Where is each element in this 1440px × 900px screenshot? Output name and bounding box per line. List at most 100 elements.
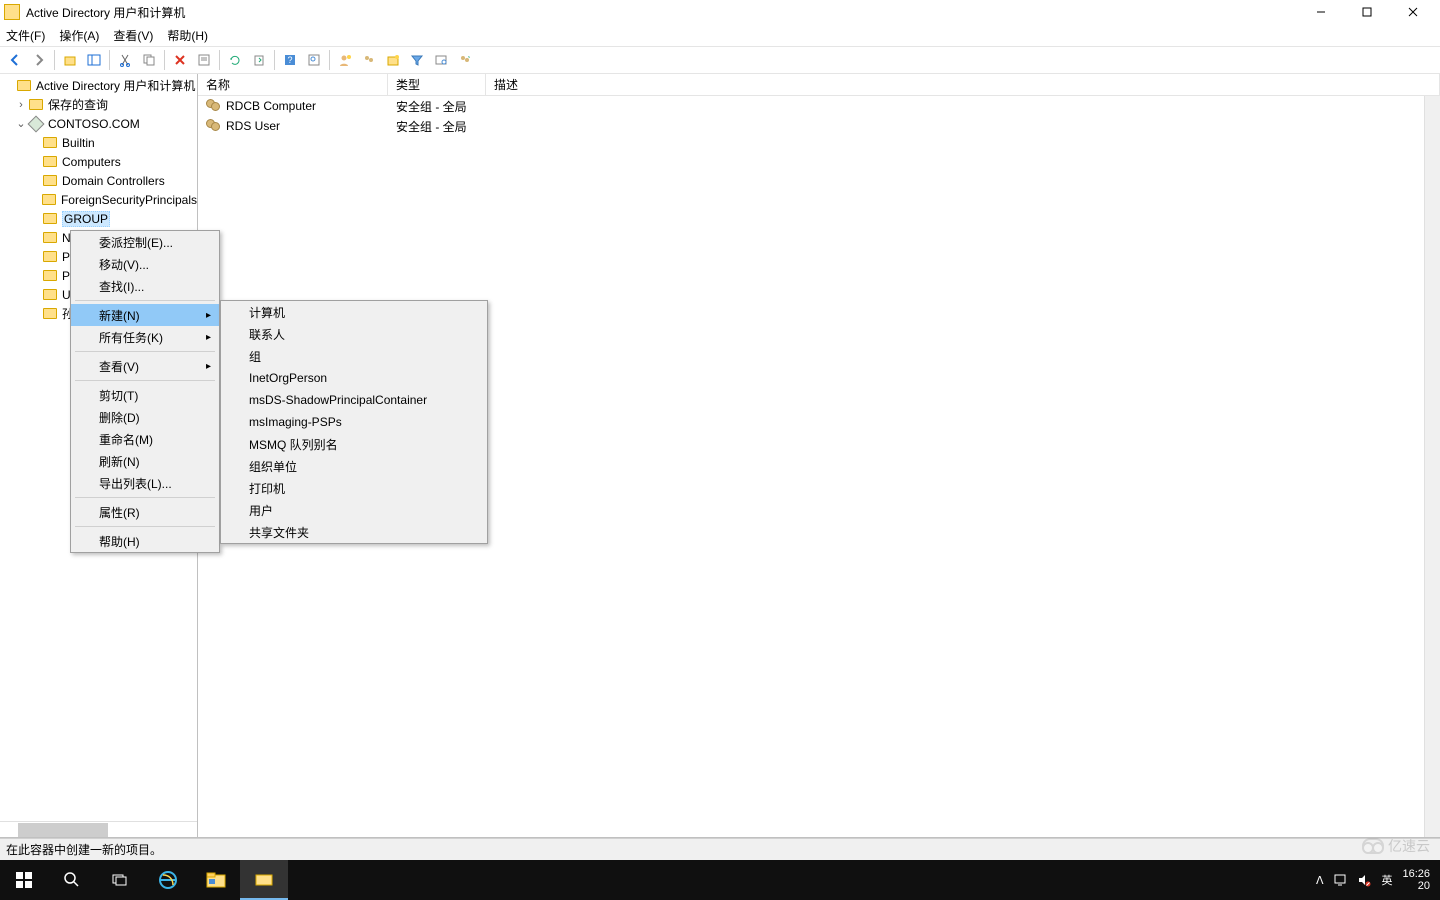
list-row[interactable]: RDCB Computer 安全组 - 全局 [198,96,1440,116]
ctx-move[interactable]: 移动(V)... [71,253,219,275]
folder-icon [43,270,57,281]
ctx-new-msmq[interactable]: MSMQ 队列别名 [221,433,487,455]
tree-domain-controllers[interactable]: Domain Controllers [0,171,197,190]
tree-domain-label: CONTOSO.COM [48,117,140,131]
tree-builtin[interactable]: Builtin [0,133,197,152]
tree-group[interactable]: GROUP [0,209,197,228]
show-hide-button[interactable] [83,49,105,71]
expand-icon[interactable]: › [14,99,28,111]
ctx-new-msimaging[interactable]: msImaging-PSPs [221,411,487,433]
tray-time[interactable]: 16:26 [1402,868,1430,880]
ctx-cut[interactable]: 剪切(T) [71,384,219,406]
folder-icon [43,213,57,224]
ctx-new-contact[interactable]: 联系人 [221,323,487,345]
collapse-icon[interactable]: ⌄ [14,117,28,130]
properties-button[interactable] [193,49,215,71]
ctx-new-group[interactable]: 组 [221,345,487,367]
ctx-refresh[interactable]: 刷新(N) [71,450,219,472]
export-button[interactable] [248,49,270,71]
minimize-button[interactable] [1298,0,1344,24]
tray-date[interactable]: 20 [1402,880,1430,892]
refresh-button[interactable] [224,49,246,71]
new-user-button[interactable] [334,49,356,71]
menu-action[interactable]: 操作(A) [59,27,99,44]
status-text: 在此容器中创建一新的项目。 [6,841,162,858]
ctx-new-user[interactable]: 用户 [221,499,487,521]
folder-icon [43,308,57,319]
filter-button[interactable] [406,49,428,71]
window-title: Active Directory 用户和计算机 [26,4,1298,21]
col-desc[interactable]: 描述 [486,74,1440,95]
app-icon [4,4,20,20]
ctx-new[interactable]: 新建(N)▸ [71,304,219,326]
system-tray[interactable]: ᐱ 英 16:26 20 [1316,868,1440,892]
col-name[interactable]: 名称 [198,74,388,95]
new-group-button[interactable] [358,49,380,71]
search-button[interactable] [48,860,96,900]
folder-icon [17,80,31,91]
find-button[interactable] [303,49,325,71]
list-name: RDS User [226,119,280,133]
tree-computers[interactable]: Computers [0,152,197,171]
delete-button[interactable] [169,49,191,71]
taskbar: ᐱ 英 16:26 20 [0,860,1440,900]
ctx-new-shadowprincipal[interactable]: msDS-ShadowPrincipalContainer [221,389,487,411]
taskview-button[interactable] [96,860,144,900]
watermark-icon [1362,838,1384,854]
volume-icon[interactable] [1357,873,1371,887]
maximize-button[interactable] [1344,0,1390,24]
folder-icon [43,289,57,300]
ctx-delegate[interactable]: 委派控制(E)... [71,231,219,253]
help-button[interactable]: ? [279,49,301,71]
menu-view[interactable]: 查看(V) [113,27,153,44]
ctx-find[interactable]: 查找(I)... [71,275,219,297]
tray-chevron-icon[interactable]: ᐱ [1316,874,1324,887]
raise-button[interactable] [454,49,476,71]
ctx-new-ou[interactable]: 组织单位 [221,455,487,477]
submenu-arrow-icon: ▸ [206,361,211,372]
watermark: 亿速云 [1362,836,1430,856]
tree-domain[interactable]: ⌄ CONTOSO.COM [0,114,197,133]
start-button[interactable] [0,860,48,900]
ie-button[interactable] [144,860,192,900]
ctx-export[interactable]: 导出列表(L)... [71,472,219,494]
tree-saved-queries[interactable]: › 保存的查询 [0,95,197,114]
submenu-arrow-icon: ▸ [206,332,211,343]
forward-button[interactable] [28,49,50,71]
tree-root-label: Active Directory 用户和计算机 [36,77,195,94]
ime-indicator[interactable]: 英 [1381,872,1392,888]
list-row[interactable]: RDS User 安全组 - 全局 [198,116,1440,136]
ctx-delete[interactable]: 删除(D) [71,406,219,428]
tree-root[interactable]: Active Directory 用户和计算机 [0,76,197,95]
cut-button[interactable] [114,49,136,71]
folder-icon [43,232,57,243]
up-button[interactable] [59,49,81,71]
menu-help[interactable]: 帮助(H) [167,27,208,44]
network-icon[interactable] [1333,873,1347,887]
ctx-new-inetorgperson[interactable]: InetOrgPerson [221,367,487,389]
ctx-new-computer[interactable]: 计算机 [221,301,487,323]
ctx-new-printer[interactable]: 打印机 [221,477,487,499]
menubar: 文件(F) 操作(A) 查看(V) 帮助(H) [0,24,1440,46]
ctx-view[interactable]: 查看(V)▸ [71,355,219,377]
tree-fsp[interactable]: ForeignSecurityPrincipals [0,190,197,209]
ctx-rename[interactable]: 重命名(M) [71,428,219,450]
tree-hscrollbar[interactable] [0,821,197,837]
query-button[interactable] [430,49,452,71]
close-button[interactable] [1390,0,1436,24]
explorer-button[interactable] [192,860,240,900]
new-ou-button[interactable] [382,49,404,71]
copy-button[interactable] [138,49,160,71]
ctx-help[interactable]: 帮助(H) [71,530,219,552]
window-controls [1298,0,1436,24]
back-button[interactable] [4,49,26,71]
ctx-new-sharedfolder[interactable]: 共享文件夹 [221,521,487,543]
ctx-all-tasks[interactable]: 所有任务(K)▸ [71,326,219,348]
menu-file[interactable]: 文件(F) [6,27,45,44]
list-vscrollbar[interactable] [1424,96,1440,837]
group-icon [206,119,222,133]
col-type[interactable]: 类型 [388,74,486,95]
ctx-properties[interactable]: 属性(R) [71,501,219,523]
group-icon [206,99,222,113]
aduc-button[interactable] [240,860,288,900]
